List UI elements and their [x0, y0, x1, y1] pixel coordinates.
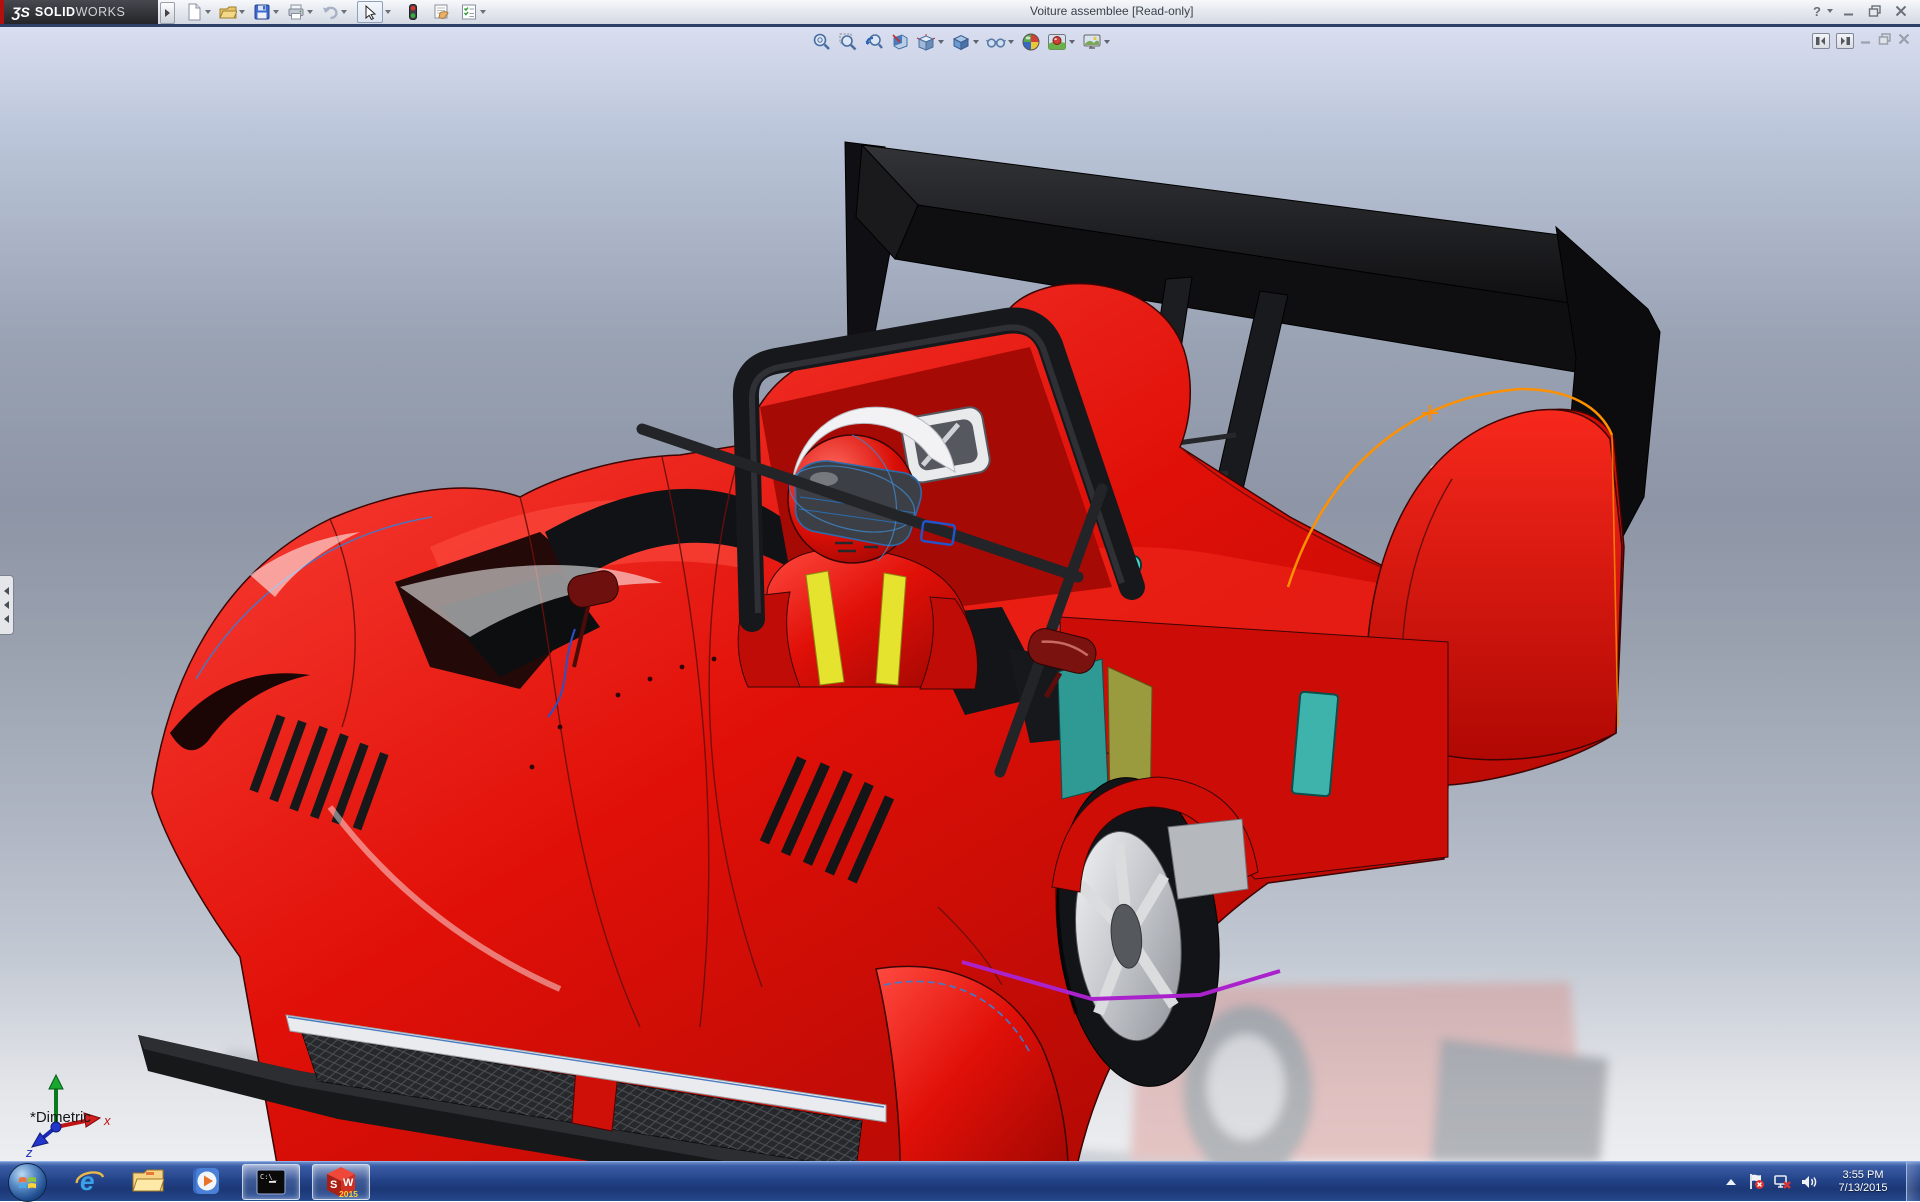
windows-flag-icon — [18, 1173, 37, 1192]
sill-panel[interactable] — [1168, 819, 1248, 899]
apply-scene-caret[interactable] — [1067, 32, 1076, 52]
previous-view-icon[interactable] — [864, 32, 884, 52]
window-controls: ? — [1813, 2, 1912, 20]
document-window-controls — [1812, 32, 1910, 50]
title-bar: ƷS SOLIDWORKS Voiture assemblee [Read-on… — [0, 0, 1920, 27]
svg-text:W: W — [343, 1177, 354, 1189]
action-center-flag-icon[interactable] — [1748, 1173, 1765, 1190]
show-hidden-icons[interactable] — [1726, 1179, 1736, 1185]
doc-close-icon[interactable] — [1898, 32, 1910, 50]
print-caret[interactable] — [306, 3, 314, 21]
red-accent-strip — [0, 0, 4, 24]
doc-minimize-icon[interactable] — [1860, 32, 1872, 50]
display-style-caret[interactable] — [971, 32, 980, 52]
feature-pane-right-icon[interactable] — [1836, 33, 1854, 49]
options-checklist-icon[interactable] — [460, 3, 478, 21]
taskbar-solidworks[interactable]: S W 2015 — [312, 1164, 370, 1200]
options-caret[interactable] — [479, 3, 487, 21]
view-orientation-label: *Dimetric — [30, 1109, 91, 1126]
svg-text:C:\_: C:\_ — [260, 1173, 278, 1181]
restore-icon[interactable] — [1864, 2, 1886, 20]
windows-taskbar: e C:\_ S W 2015 3:55 PM 7/13/2015 — [0, 1161, 1920, 1201]
tray-time: 3:55 PM — [1828, 1169, 1898, 1182]
view-orientation-icon[interactable] — [916, 32, 936, 52]
zoom-to-area-icon[interactable] — [838, 32, 858, 52]
document-title: Voiture assemblee [Read-only] — [1030, 4, 1193, 18]
svg-text:2015: 2015 — [339, 1189, 358, 1198]
tray-clock[interactable]: 3:55 PM 7/13/2015 — [1828, 1169, 1898, 1195]
panel-collapse-tab[interactable] — [0, 575, 14, 635]
select-cursor-icon — [364, 5, 377, 20]
feature-pane-left-icon[interactable] — [1812, 33, 1830, 49]
taskbar-command-prompt[interactable]: C:\_ — [242, 1164, 300, 1200]
undo-icon[interactable] — [321, 3, 339, 21]
view-orientation-caret[interactable] — [936, 32, 945, 52]
doc-restore-icon[interactable] — [1878, 32, 1892, 50]
print-icon[interactable] — [287, 3, 305, 21]
apply-scene-icon[interactable] — [1047, 32, 1067, 52]
help-icon[interactable]: ? — [1813, 4, 1821, 19]
section-view-icon[interactable] — [890, 32, 910, 52]
select-tool[interactable] — [357, 1, 383, 23]
save-caret[interactable] — [272, 3, 280, 21]
show-desktop-button[interactable] — [1906, 1162, 1920, 1201]
taskbar-internet-explorer[interactable]: e — [66, 1164, 114, 1198]
save-icon[interactable] — [253, 3, 271, 21]
open-caret[interactable] — [238, 3, 246, 21]
network-disconnected-icon[interactable] — [1774, 1174, 1792, 1190]
model-car-3d-view[interactable] — [0, 27, 1920, 1161]
open-icon[interactable] — [219, 3, 237, 21]
selection-cross-marker — [1422, 405, 1438, 421]
taskbar-media-player[interactable] — [182, 1164, 230, 1198]
help-caret[interactable] — [1826, 2, 1834, 20]
rebuild-note-icon[interactable] — [432, 3, 450, 21]
solidworks-logo: ƷS SOLIDWORKS — [0, 0, 158, 24]
view-settings-icon[interactable] — [1082, 32, 1102, 52]
triad-z-label: z — [25, 1145, 33, 1159]
graphics-area[interactable]: x z *Dimetric — [0, 27, 1920, 1161]
side-window[interactable] — [1292, 692, 1339, 797]
select-caret[interactable] — [384, 3, 392, 21]
minimize-icon[interactable] — [1838, 2, 1860, 20]
close-icon[interactable] — [1890, 2, 1912, 20]
menu-expand-tab[interactable] — [160, 2, 175, 24]
tray-date: 7/13/2015 — [1828, 1182, 1898, 1195]
svg-text:S: S — [330, 1179, 337, 1191]
system-tray: 3:55 PM 7/13/2015 — [1720, 1162, 1920, 1201]
display-style-icon[interactable] — [951, 32, 971, 52]
traffic-light-icon[interactable] — [404, 3, 422, 21]
heads-up-view-toolbar — [806, 32, 1111, 52]
svg-text:e: e — [80, 1166, 94, 1196]
hide-show-items-icon[interactable] — [986, 32, 1006, 52]
triad-x-label: x — [103, 1113, 111, 1128]
undo-caret[interactable] — [340, 3, 348, 21]
edit-appearance-icon[interactable] — [1021, 32, 1041, 52]
volume-icon[interactable] — [1801, 1174, 1819, 1190]
new-document-caret[interactable] — [204, 3, 212, 21]
start-button[interactable] — [8, 1163, 47, 1202]
hide-show-items-caret[interactable] — [1006, 32, 1015, 52]
view-settings-caret[interactable] — [1102, 32, 1111, 52]
new-document-icon[interactable] — [185, 3, 203, 21]
quick-access-toolbar — [178, 0, 487, 24]
logo-mark: ƷS — [12, 4, 30, 20]
zoom-to-fit-icon[interactable] — [812, 32, 832, 52]
taskbar-windows-explorer[interactable] — [124, 1164, 172, 1198]
